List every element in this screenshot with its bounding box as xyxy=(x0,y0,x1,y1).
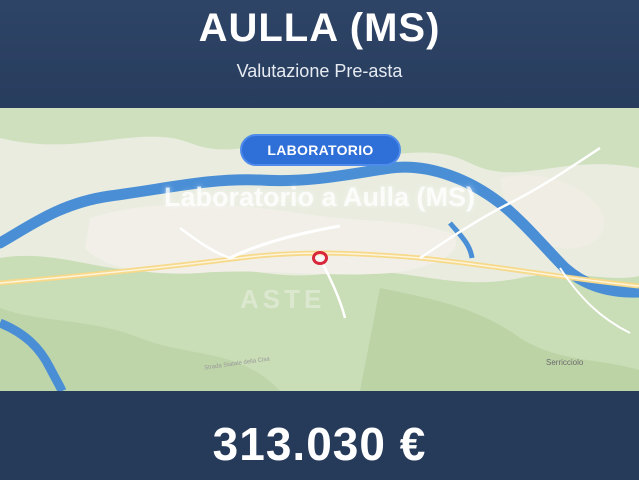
listing-card: AULLA (MS) Valutazione Pre-asta ASTE Str… xyxy=(0,0,639,480)
header: AULLA (MS) Valutazione Pre-asta xyxy=(0,0,639,108)
map-caption: Laboratorio a Aulla (MS) xyxy=(163,182,475,212)
footer: 313.030 € xyxy=(0,391,639,480)
price-value: 313.030 € xyxy=(212,418,427,470)
page-title: AULLA (MS) xyxy=(198,6,441,50)
page-subtitle: Valutazione Pre-asta xyxy=(236,61,403,81)
svg-text:ASTE: ASTE xyxy=(240,284,325,314)
category-badge[interactable]: LABORATORIO xyxy=(240,134,401,166)
place-label: Serricciolo xyxy=(546,358,584,367)
location-marker-icon[interactable] xyxy=(312,251,328,265)
